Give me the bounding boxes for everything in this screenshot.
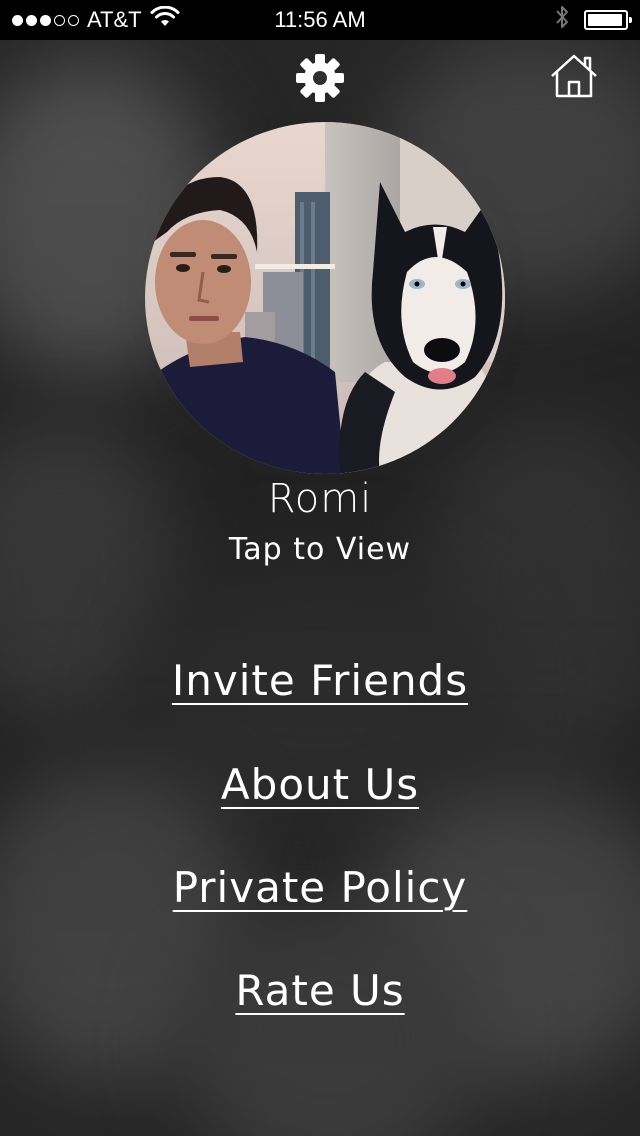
settings-button[interactable] [294, 52, 346, 104]
tap-to-view-link[interactable]: Tap to View [0, 532, 640, 567]
about-us-label: About Us [220, 760, 420, 809]
gear-icon [296, 54, 344, 102]
private-policy-link[interactable]: Private Policy [0, 863, 640, 912]
home-icon [551, 54, 597, 98]
rate-us-label: Rate Us [235, 966, 405, 1015]
private-policy-label: Private Policy [172, 863, 468, 912]
profile-name: Romi [267, 476, 373, 522]
invite-friends-label: Invite Friends [171, 656, 469, 705]
profile-avatar[interactable] [145, 122, 505, 474]
rate-us-link[interactable]: Rate Us [0, 966, 640, 1015]
battery-icon [584, 10, 632, 30]
bluetooth-icon [554, 4, 570, 36]
profile-photo [145, 122, 505, 474]
home-button[interactable] [548, 52, 600, 100]
about-us-link[interactable]: About Us [0, 760, 640, 809]
invite-friends-link[interactable]: Invite Friends [0, 656, 640, 705]
status-right [554, 0, 632, 40]
status-time: 11:56 AM [274, 7, 366, 32]
status-bar: AT&T 11:56 AM [0, 0, 640, 40]
